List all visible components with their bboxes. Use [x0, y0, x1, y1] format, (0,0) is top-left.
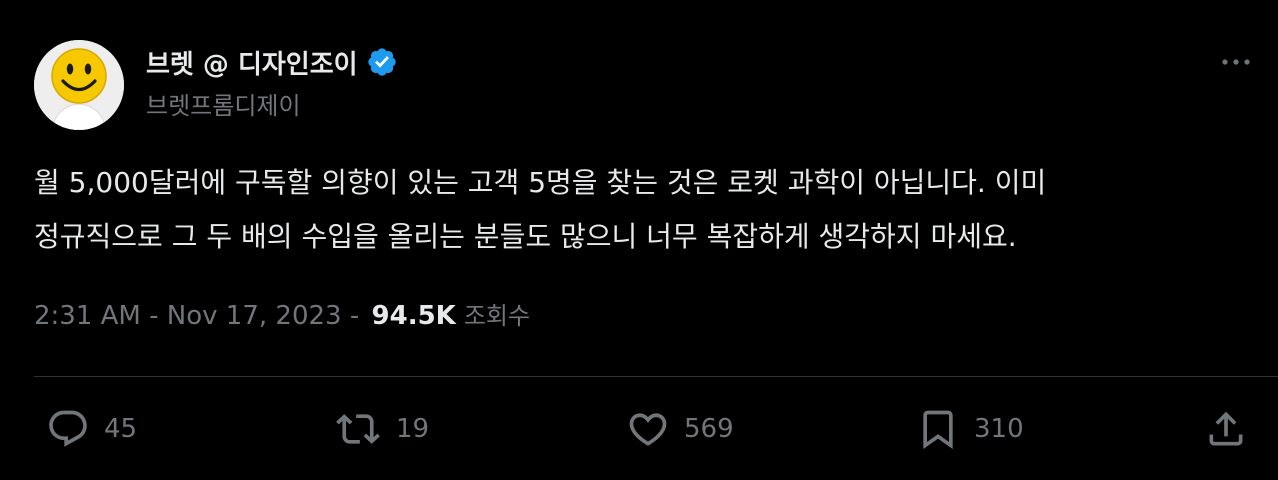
bookmark-button[interactable]: 310	[916, 404, 1024, 454]
reply-icon	[49, 410, 87, 447]
share-button[interactable]	[1204, 404, 1248, 454]
retweet-icon	[336, 414, 380, 444]
reply-button[interactable]: 45	[46, 404, 137, 454]
handle[interactable]: 브렛프롬디제이	[146, 86, 301, 121]
like-button[interactable]: 569	[626, 404, 734, 454]
views-label: 조회수	[463, 302, 531, 330]
smiley-face-avatar-icon	[34, 40, 124, 130]
avatar[interactable]	[34, 40, 124, 130]
heart-icon	[629, 413, 667, 446]
meta-separator: -	[341, 301, 368, 331]
verified-badge-icon[interactable]	[366, 46, 398, 78]
retweet-button[interactable]: 19	[334, 404, 429, 454]
tweet-time[interactable]: 2:31 AM	[34, 301, 141, 331]
meta-separator: -	[140, 301, 167, 331]
action-bar: 45 19 569 310	[0, 404, 1278, 454]
more-dots-icon	[1222, 59, 1250, 65]
more-options-button[interactable]	[1216, 44, 1256, 80]
tweet-meta: 2:31 AM - Nov 17, 2023 - 94.5K 조회수	[34, 296, 530, 331]
share-icon	[1209, 411, 1243, 446]
views-count: 94.5K	[371, 301, 456, 331]
bookmark-icon	[923, 410, 953, 450]
like-count: 569	[684, 414, 734, 444]
tweet-date[interactable]: Nov 17, 2023	[167, 301, 342, 331]
author-name-row: 브렛 @ 디자인조이	[146, 42, 398, 82]
reply-count: 45	[104, 414, 138, 444]
tweet-card: 브렛 @ 디자인조이 브렛프롬디제이 월 5,000달러에 구독할 의향이 있는…	[0, 0, 1278, 480]
tweet-text: 월 5,000달러에 구독할 의향이 있는 고객 5명을 찾는 것은 로켓 과학…	[34, 156, 1234, 264]
display-name[interactable]: 브렛 @ 디자인조이	[146, 44, 358, 81]
tweet-text-line: 정규직으로 그 두 배의 수입을 올리는 분들도 많으니 너무 복잡하게 생각하…	[34, 220, 1017, 253]
retweet-count: 19	[396, 414, 430, 444]
divider	[34, 376, 1278, 377]
tweet-text-line: 월 5,000달러에 구독할 의향이 있는 고객 5명을 찾는 것은 로켓 과학…	[34, 166, 1047, 199]
bookmark-count: 310	[974, 414, 1024, 444]
